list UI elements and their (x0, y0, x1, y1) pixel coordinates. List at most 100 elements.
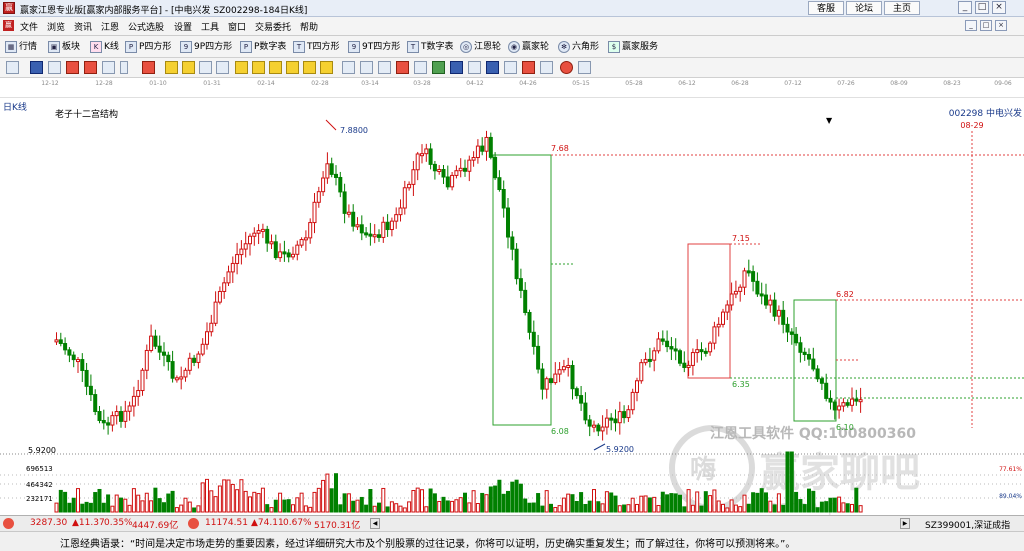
stock-icon[interactable] (486, 61, 499, 74)
menu-window[interactable]: 窗口 (228, 20, 246, 33)
pens-icon[interactable] (102, 61, 115, 74)
table-icon[interactable] (48, 61, 61, 74)
tool-p-square[interactable]: P P四方形 (125, 39, 171, 55)
child-restore-button[interactable]: □ (980, 20, 992, 31)
tool-quote[interactable]: ▦ 行情 (5, 39, 37, 55)
print-icon[interactable] (432, 61, 445, 74)
diamond6-icon[interactable] (320, 61, 333, 74)
tool-9p-square[interactable]: 9 9P四方形 (180, 39, 232, 55)
menu-help[interactable]: 帮助 (300, 20, 318, 33)
candle-body (179, 376, 184, 380)
tool-t-table[interactable]: T T数字表 (407, 39, 454, 55)
chart-dropdown-icon[interactable]: ▼ (826, 116, 833, 125)
scroll-left-button[interactable]: ◀ (370, 518, 380, 529)
right-icon[interactable] (216, 61, 229, 74)
tool-sector[interactable]: ▣ 板块 (48, 39, 80, 55)
volume-bar (144, 492, 149, 513)
calendar-icon[interactable] (504, 61, 517, 74)
money-icon[interactable] (522, 61, 535, 74)
diamond4-icon[interactable] (286, 61, 299, 74)
hand-icon[interactable] (342, 61, 355, 74)
menu-gann[interactable]: 江恩 (101, 20, 119, 33)
date-label: 04-12 (466, 80, 484, 87)
tool-service[interactable]: $ 赢家服务 (608, 39, 658, 55)
dollar-icon: $ (608, 40, 620, 53)
maximize-button[interactable]: □ (975, 1, 989, 14)
candle-body (686, 364, 691, 368)
date-label: 03-28 (413, 80, 431, 87)
candle-body (858, 399, 863, 403)
color-icon[interactable] (560, 61, 573, 74)
link-service[interactable]: 客服 (808, 1, 845, 15)
index2-value[interactable]: 11174.51 (205, 518, 248, 528)
volume-bar (536, 493, 541, 513)
scroll-right-button[interactable]: ▶ (900, 518, 910, 529)
diamond5-icon[interactable] (303, 61, 316, 74)
menu-file[interactable]: 文件 (20, 20, 38, 33)
child-close-button[interactable]: × (995, 20, 1007, 31)
volume-bar (424, 506, 429, 513)
child-minimize-button[interactable]: _ (965, 20, 977, 31)
tool-kline[interactable]: K K线 (90, 39, 119, 55)
cross-icon[interactable] (360, 61, 373, 74)
erase-icon[interactable] (396, 61, 409, 74)
gann-wheel-icon: ◎ (460, 40, 472, 53)
tool-gann-wheel[interactable]: ◎ 江恩轮 (460, 39, 501, 55)
volume-bar (420, 489, 424, 513)
bars-icon[interactable] (66, 61, 79, 74)
date-mark: 08-29 (960, 121, 983, 130)
bars2-icon[interactable] (84, 61, 97, 74)
draw-icon[interactable] (378, 61, 391, 74)
candle-body (123, 410, 128, 422)
palette-icon[interactable] (540, 61, 553, 74)
volume-bar (673, 493, 678, 513)
minimize-button[interactable]: _ (958, 1, 972, 14)
link-forum[interactable]: 论坛 (846, 1, 883, 15)
tool-t-square[interactable]: T T四方形 (293, 39, 340, 55)
index1-value[interactable]: 3287.30 (30, 518, 67, 528)
tool-p-table[interactable]: P P数字表 (240, 39, 286, 55)
link-home[interactable]: 主页 (884, 1, 921, 15)
box2-bottom-label: 6.35 (732, 380, 750, 389)
prev-icon[interactable] (182, 61, 195, 74)
menu-formula[interactable]: 公式选股 (128, 20, 164, 33)
gann-box-2[interactable]: 7.15 6.35 (687, 234, 1024, 389)
close-button[interactable]: × (992, 1, 1006, 14)
diamond2-icon[interactable] (252, 61, 265, 74)
infinity-icon[interactable] (578, 61, 591, 74)
candle-body (140, 369, 145, 392)
diamond3-icon[interactable] (269, 61, 282, 74)
index-code[interactable]: SZ399001,深证成指 (925, 518, 1010, 531)
menu-tools[interactable]: 工具 (201, 20, 219, 33)
diamond-icon[interactable] (235, 61, 248, 74)
gann-box-3[interactable]: 6.82 6.10 (793, 290, 1024, 432)
candle-body (316, 191, 321, 203)
date-label: 02-28 (311, 80, 329, 87)
save-icon[interactable] (468, 61, 481, 74)
kline-chart[interactable]: 嗨 赢家聊吧 liaoba.vip 江恩工具软件 QQ:100800360 日K… (0, 98, 1024, 515)
flag-icon[interactable] (142, 61, 155, 74)
menu-settings[interactable]: 设置 (174, 20, 192, 33)
grid-icon[interactable] (6, 61, 19, 74)
volume-bar (506, 490, 510, 513)
menu-browse[interactable]: 浏览 (47, 20, 65, 33)
tool-winner-wheel[interactable]: ◉ 赢家轮 (508, 39, 549, 55)
candle-body (600, 426, 605, 432)
tool-9t-square[interactable]: 9 9T四方形 (348, 39, 400, 55)
export-icon[interactable] (414, 61, 427, 74)
chart-icon[interactable] (30, 61, 43, 74)
first-icon[interactable] (165, 61, 178, 74)
candle-body (716, 323, 721, 328)
calc-icon[interactable] (450, 61, 463, 74)
left-icon[interactable] (199, 61, 212, 74)
volume-bar (471, 490, 476, 513)
quote-bar: 江恩经典语录：“时间是决定市场走势的重要因素，经过详细研究大市及个别股票的过往记… (0, 531, 1024, 551)
candle-body (174, 377, 179, 381)
menu-trade[interactable]: 交易委托 (255, 20, 291, 33)
candle-body (170, 361, 175, 379)
volume-bar (458, 497, 463, 513)
candle-body (721, 311, 725, 325)
tool-hexagon[interactable]: ✻ 六角形 (558, 39, 599, 55)
dropdown-icon[interactable] (120, 61, 128, 74)
menu-info[interactable]: 资讯 (74, 20, 92, 33)
